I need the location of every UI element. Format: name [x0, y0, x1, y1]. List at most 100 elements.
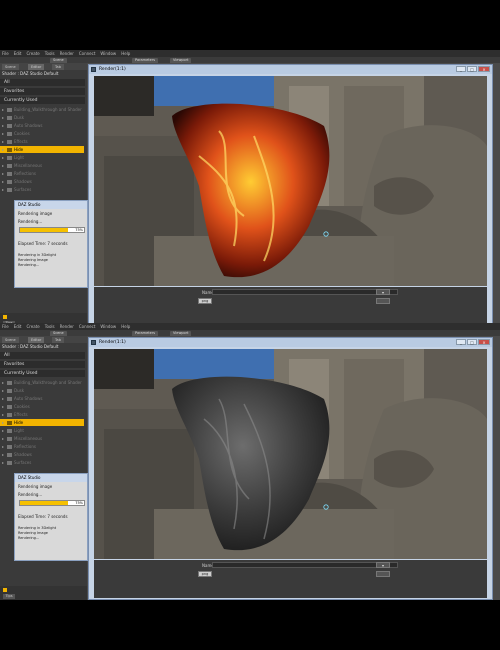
menu-item-render[interactable]: Render: [60, 50, 74, 57]
maximize-icon[interactable]: □: [467, 66, 477, 72]
menu-item-edit[interactable]: Edit: [14, 50, 22, 57]
progress-fill: [20, 501, 68, 505]
render-progress-dialog: DAZ Studio Rendering image Rendering... …: [14, 200, 88, 288]
menu-item-tools[interactable]: Tools: [45, 323, 55, 330]
maximize-icon[interactable]: □: [467, 339, 477, 345]
shader-folder-item[interactable]: ▸ Reflections: [2, 170, 84, 177]
name-field[interactable]: [212, 289, 398, 295]
shader-folder-item[interactable]: ▸ Building_Walkthrough and Shader: [2, 106, 84, 113]
menu-item-help[interactable]: Help: [121, 50, 130, 57]
shader-folder-label: Effects: [14, 139, 28, 144]
progress-bar: 75%: [19, 227, 85, 233]
category-all[interactable]: All: [0, 79, 85, 87]
category-all[interactable]: All: [0, 352, 85, 360]
shader-folder-item[interactable]: ▸ Cookies: [2, 403, 84, 410]
render-log: Rendering in 3Delight Rendering Image Re…: [18, 526, 56, 541]
menu-item-help[interactable]: Help: [121, 323, 130, 330]
folder-icon: [7, 156, 12, 160]
render-window-titlebar[interactable]: Render(1:1) _ □ ×: [89, 338, 492, 347]
shader-folder-label: Effects: [14, 412, 28, 417]
rendered-scene-image: [94, 76, 487, 286]
library-checkbox[interactable]: [3, 588, 7, 592]
shader-folder-label: Light: [14, 428, 24, 433]
tab-viewport[interactable]: Viewport: [170, 331, 192, 336]
save-button[interactable]: [376, 571, 390, 577]
folder-icon: [7, 124, 12, 128]
folder-icon: [7, 116, 12, 120]
shader-folder-item[interactable]: ▸ Reflections: [2, 443, 84, 450]
shader-folder-item[interactable]: ▸ Shadows: [2, 178, 84, 185]
shader-folder-item[interactable]: ▸ Effects: [2, 138, 84, 145]
folder-icon: [7, 381, 12, 385]
library-tabs: Scene Editor Tab: [0, 336, 87, 343]
folder-icon: [7, 140, 12, 144]
shader-folder-item[interactable]: ▸ Dusk: [2, 387, 84, 394]
shader-folder-item[interactable]: ▸ Miscellaneous: [2, 162, 84, 169]
menu-item-connect[interactable]: Connect: [79, 323, 96, 330]
elapsed-time: Elapsed Time: 7 seconds: [18, 241, 68, 246]
category-currently-used[interactable]: Currently Used: [0, 370, 85, 378]
shader-folder-label: Cookies: [14, 404, 30, 409]
folder-icon: [7, 188, 12, 192]
close-icon[interactable]: ×: [478, 66, 490, 72]
minimize-icon[interactable]: _: [456, 339, 466, 345]
shader-folder-item[interactable]: ▸ Miscellaneous: [2, 435, 84, 442]
library-tab-scene[interactable]: Scene: [2, 64, 19, 70]
shader-folder-item[interactable]: ▸ Hide: [0, 146, 84, 153]
menu-item-window[interactable]: Window: [100, 323, 116, 330]
folder-icon: [7, 108, 12, 112]
library-tab-other[interactable]: Tab: [52, 64, 64, 70]
menu-item-create[interactable]: Create: [26, 323, 39, 330]
folder-icon: [7, 405, 12, 409]
shader-folder-label: Hide: [14, 147, 24, 152]
tab-viewport[interactable]: Viewport: [170, 58, 192, 63]
shader-folder-label: Miscellaneous: [14, 163, 43, 168]
shader-folder-item[interactable]: ▸ Light: [2, 154, 84, 161]
category-favorites[interactable]: Favorites: [0, 88, 85, 96]
category-favorites[interactable]: Favorites: [0, 361, 85, 369]
save-button[interactable]: [376, 298, 390, 304]
shader-folder-item[interactable]: ▸ Auto Shadows: [2, 395, 84, 402]
menu-item-file[interactable]: File: [2, 323, 9, 330]
library-checkbox[interactable]: [3, 315, 7, 319]
folder-icon: [7, 421, 12, 425]
format-select[interactable]: png: [198, 571, 212, 577]
shader-folder-item[interactable]: ▸ Effects: [2, 411, 84, 418]
name-dropdown-button[interactable]: ▾: [376, 289, 390, 295]
menu-item-edit[interactable]: Edit: [14, 323, 22, 330]
library-tab-editor[interactable]: Editor: [28, 337, 45, 343]
format-select[interactable]: png: [198, 298, 212, 304]
folder-icon: [7, 397, 12, 401]
library-tab-scene[interactable]: Scene: [2, 337, 19, 343]
name-dropdown-button[interactable]: ▾: [376, 562, 390, 568]
tab-parameters[interactable]: Parameters: [132, 331, 159, 336]
menu-item-file[interactable]: File: [2, 50, 9, 57]
folder-icon: [7, 172, 12, 176]
shader-folder-item[interactable]: ▸ Light: [2, 427, 84, 434]
shader-folder-item[interactable]: ▸ Surfaces: [2, 459, 84, 466]
shader-folder-item[interactable]: ▸ Hide: [0, 419, 84, 426]
category-currently-used[interactable]: Currently Used: [0, 97, 85, 105]
render-window-titlebar[interactable]: Render(1:1) _ □ ×: [89, 65, 492, 74]
menu-item-render[interactable]: Render: [60, 323, 74, 330]
shader-folder-item[interactable]: ▸ Cookies: [2, 130, 84, 137]
tab-parameters[interactable]: Parameters: [132, 58, 159, 63]
render-controls: Name png ▾: [94, 287, 487, 325]
library-tab-other[interactable]: Tab: [52, 337, 64, 343]
shader-folder-item[interactable]: ▸ Shadows: [2, 451, 84, 458]
render-controls: Name png ▾: [94, 560, 487, 598]
menu-bar: File Edit Create Tools Render Connect Window He…: [0, 50, 500, 57]
menu-item-create[interactable]: Create: [26, 50, 39, 57]
minimize-icon[interactable]: _: [456, 66, 466, 72]
close-icon[interactable]: ×: [478, 339, 490, 345]
menu-item-connect[interactable]: Connect: [79, 50, 96, 57]
shader-folder-item[interactable]: ▸ Auto Shadows: [2, 122, 84, 129]
menu-item-tools[interactable]: Tools: [45, 50, 55, 57]
library-tab-editor[interactable]: Editor: [28, 64, 45, 70]
shader-folder-item[interactable]: ▸ Dusk: [2, 114, 84, 121]
shader-folder-item[interactable]: ▸ Building_Walkthrough and Shader: [2, 379, 84, 386]
shader-folder-item[interactable]: ▸ Surfaces: [2, 186, 84, 193]
menu-item-window[interactable]: Window: [100, 50, 116, 57]
library-footer-button[interactable]: Tips: [3, 594, 15, 599]
name-field[interactable]: [212, 562, 398, 568]
